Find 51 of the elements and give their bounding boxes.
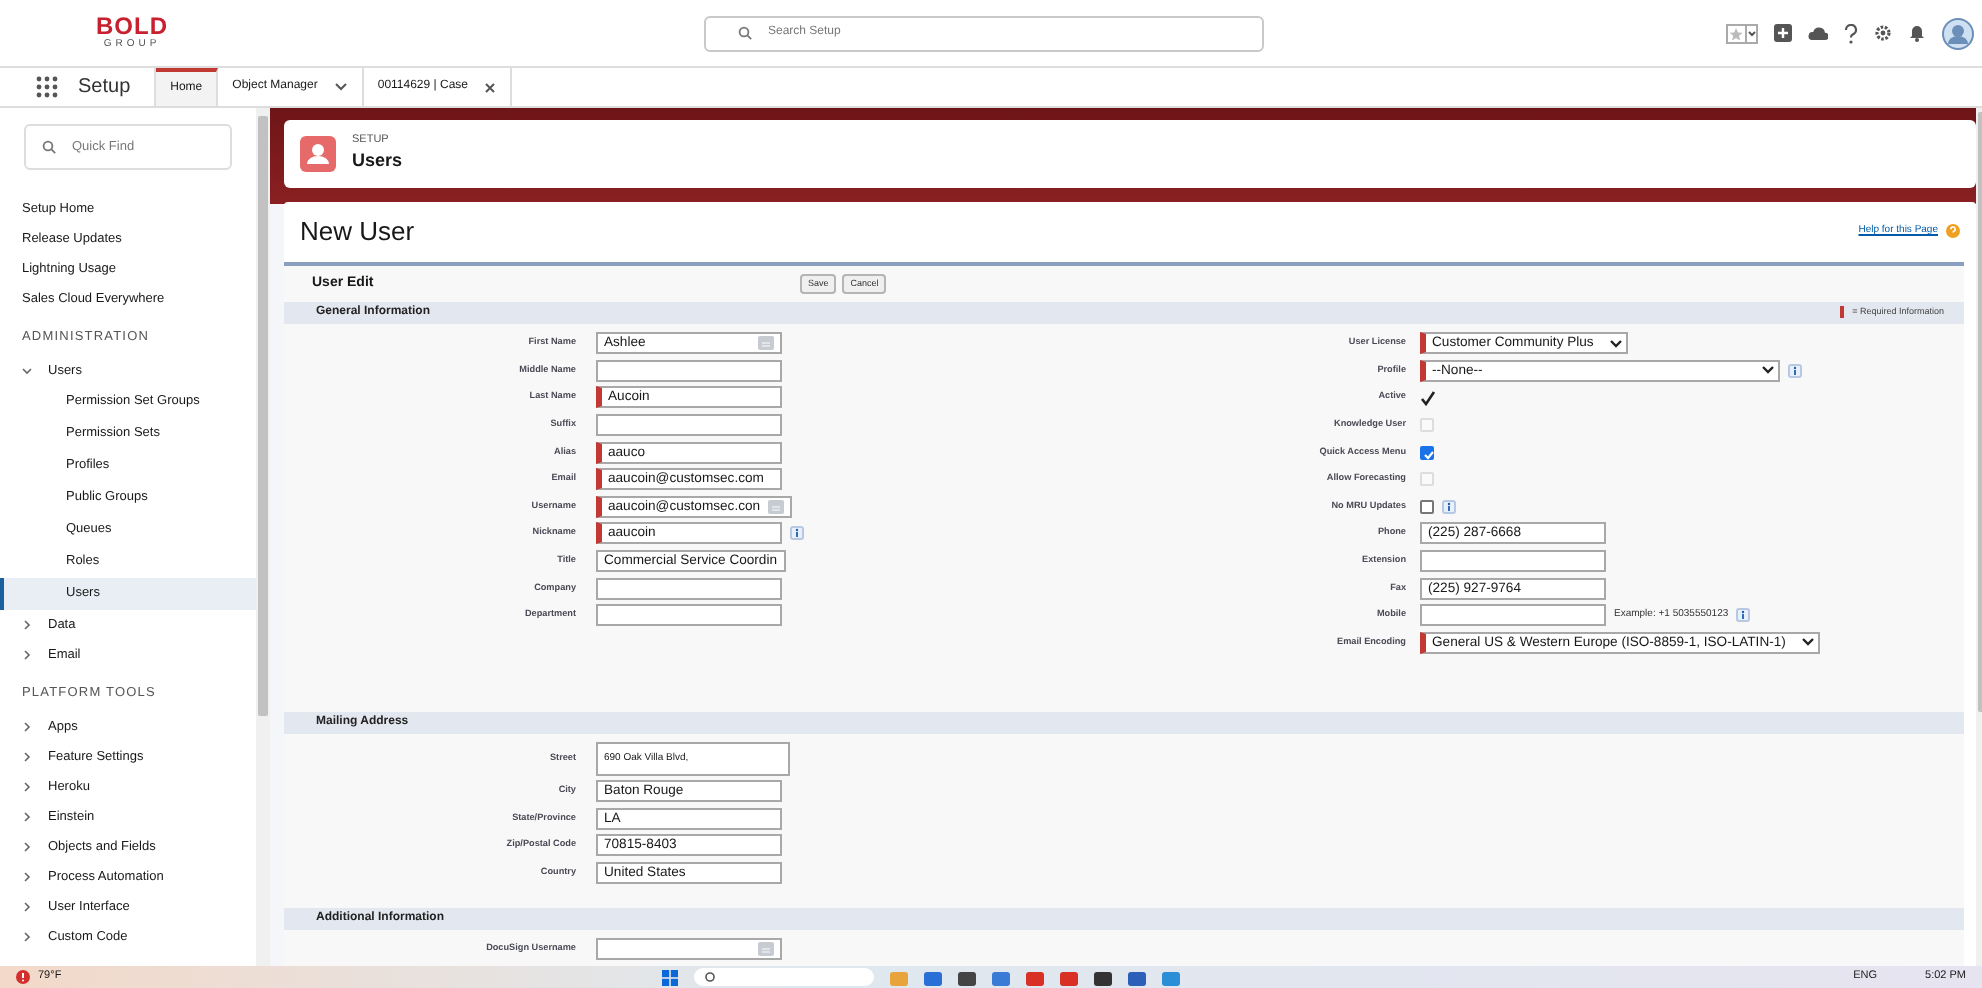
input-field[interactable] [596, 359, 782, 382]
page-title: Users [352, 148, 403, 175]
chevron-right-icon [22, 842, 32, 852]
app-name: Setup [78, 74, 131, 102]
notifications-icon[interactable] [1908, 24, 1926, 42]
form-title: New User [300, 216, 415, 248]
alert-icon [16, 970, 30, 984]
input-field[interactable] [1420, 604, 1606, 627]
app-icon[interactable] [923, 969, 942, 985]
settings-icon[interactable] [1874, 24, 1892, 42]
caret-icon [1801, 638, 1814, 647]
input-field[interactable] [1420, 549, 1606, 572]
input-field[interactable] [596, 938, 782, 961]
help-icon[interactable] [1844, 23, 1858, 43]
window-icon[interactable] [957, 969, 976, 985]
window-icon[interactable] [1093, 969, 1112, 985]
input-field[interactable] [596, 604, 782, 627]
info-icon[interactable] [790, 526, 804, 541]
info-icon[interactable] [1442, 499, 1456, 514]
user-icon [300, 135, 336, 172]
chevron-right-icon [22, 752, 32, 762]
chevron-right-icon [22, 812, 32, 822]
close-icon[interactable] [484, 81, 497, 93]
chevron-right-icon [22, 782, 32, 792]
cloud-icon[interactable] [1808, 24, 1828, 42]
app-launcher-icon[interactable] [36, 76, 58, 98]
scrollbar[interactable] [256, 108, 270, 966]
checkbox[interactable] [1420, 499, 1434, 514]
info-icon[interactable] [1736, 608, 1751, 623]
required-marker-icon [1840, 306, 1845, 319]
favorites-icon[interactable] [1726, 23, 1758, 43]
info-icon[interactable] [1788, 363, 1802, 378]
chevron-right-icon [22, 872, 32, 882]
caret-icon [1762, 366, 1774, 375]
chevron-right-icon [22, 722, 32, 732]
search-icon [738, 26, 752, 40]
input-field[interactable] [596, 577, 782, 600]
logo-text: BOLD [96, 16, 168, 38]
caret-icon [1609, 339, 1622, 348]
search-icon [42, 140, 56, 154]
chevron-down-icon [333, 82, 348, 92]
avatar-icon[interactable] [1942, 17, 1974, 49]
chevron-right-icon [22, 932, 32, 942]
input-field[interactable] [596, 414, 782, 437]
chevron-right-icon [22, 650, 32, 660]
add-icon[interactable] [1774, 24, 1792, 42]
chevron-right-icon [22, 902, 32, 912]
checkbox[interactable] [1420, 445, 1434, 460]
chevron-right-icon [22, 620, 32, 630]
chevron-down-icon [22, 366, 32, 376]
windows-icon[interactable] [661, 969, 678, 985]
